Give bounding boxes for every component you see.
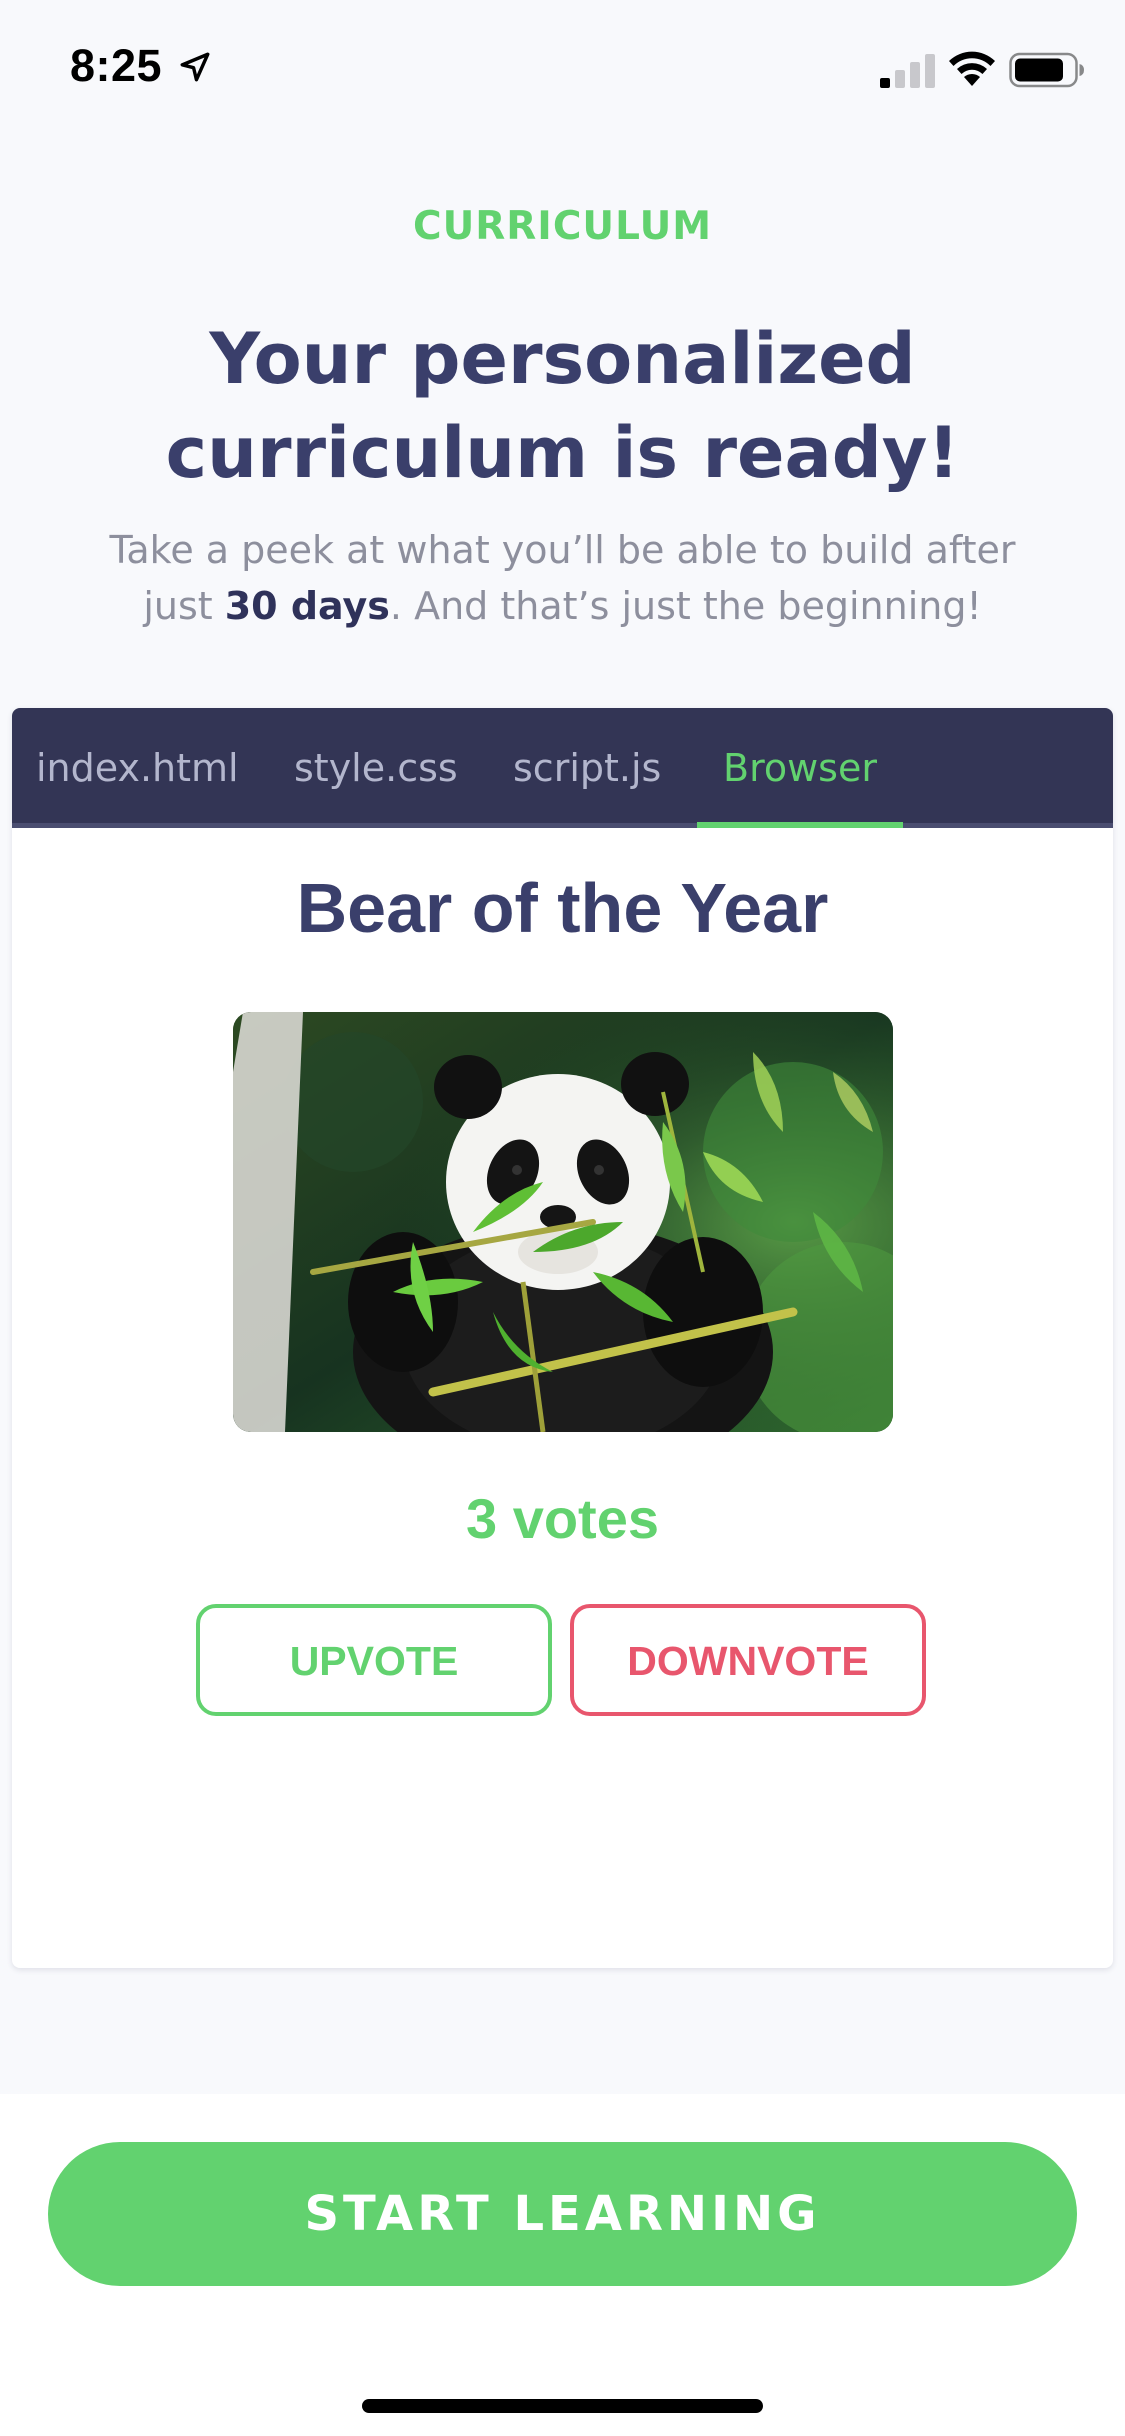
upvote-button[interactable]: UPVOTE — [196, 1604, 552, 1716]
location-arrow-icon — [180, 52, 210, 82]
status-bar: 8:25 — [0, 0, 1125, 132]
cellular-signal-icon — [880, 54, 935, 88]
page-title: Your personalized curriculum is ready! — [90, 312, 1035, 500]
subtitle-line-2: just 30 days. And that’s just the beginn… — [60, 578, 1065, 634]
active-tab-indicator — [697, 822, 903, 828]
downvote-button[interactable]: DOWNVOTE — [570, 1604, 926, 1716]
wifi-icon — [949, 51, 995, 86]
preview-heading: Bear of the Year — [296, 869, 829, 947]
tab-browser-label: Browser — [723, 746, 877, 790]
subtitle-prefix: just — [143, 584, 225, 628]
bottom-action-panel: START LEARNING — [0, 2094, 1125, 2436]
battery-icon — [1009, 52, 1084, 88]
subtitle-highlight: 30 days — [224, 584, 390, 628]
home-indicator[interactable] — [362, 2399, 763, 2413]
vote-count: 3 votes — [466, 1487, 659, 1550]
subtitle-suffix: . And that’s just the beginning! — [389, 584, 982, 628]
subtitle-line-1: Take a peek at what you’ll be able to bu… — [109, 528, 1016, 572]
panda-photo — [233, 1012, 893, 1432]
page-title-line-2: curriculum is ready! — [165, 412, 960, 494]
status-time: 8:25 — [70, 40, 163, 91]
tab-script-js[interactable]: script.js — [513, 708, 661, 828]
code-preview-card: index.html style.css script.js Browser B… — [12, 708, 1113, 1968]
editor-tab-bar: index.html style.css script.js Browser — [12, 708, 1113, 828]
section-eyebrow: CURRICULUM — [412, 204, 713, 249]
panda-illustration — [233, 1012, 893, 1432]
page-subtitle: Take a peek at what you’ll be able to bu… — [60, 522, 1065, 634]
tab-browser[interactable]: Browser — [697, 708, 903, 828]
tab-style-css[interactable]: style.css — [294, 708, 458, 828]
tab-index-html[interactable]: index.html — [36, 708, 239, 828]
page-title-line-1: Your personalized — [209, 318, 916, 400]
start-learning-button[interactable]: START LEARNING — [48, 2142, 1077, 2286]
